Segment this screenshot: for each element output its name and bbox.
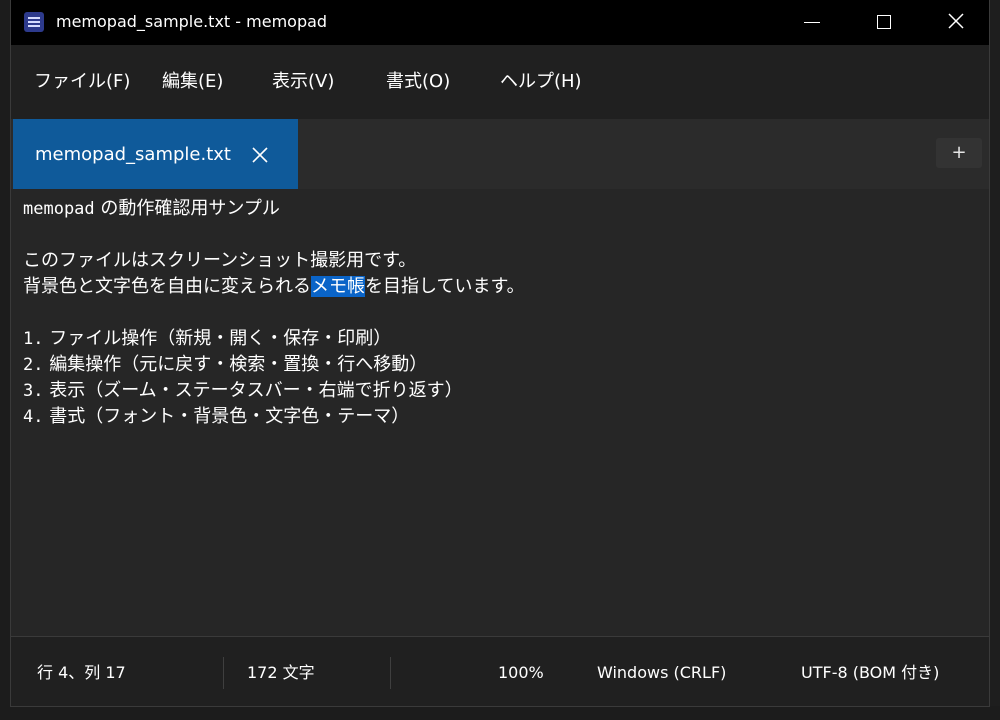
editor-text: ファイル操作（新規・開く・保存・印刷） (43, 328, 392, 349)
window-title: memopad_sample.txt - memopad (56, 12, 328, 31)
minimize-icon (804, 22, 820, 23)
close-icon (948, 13, 964, 29)
minimize-button[interactable] (777, 0, 847, 45)
editor-line: 背景色と文字色を自由に変えられるメモ帳を目指しています。 (23, 274, 525, 300)
list-number: 2. (23, 355, 44, 375)
status-divider (390, 657, 391, 689)
editor-text: 書式（フォント・背景色・文字色・テーマ） (43, 406, 410, 427)
memopad-window: memopad_sample.txt - memopad ファイル(F) 編集(… (10, 0, 990, 707)
editor-line: 3. 表示（ズーム・ステータスバー・右端で折り返す） (23, 378, 463, 404)
editor-text: の動作確認用サンプル (94, 198, 280, 219)
maximize-icon (877, 15, 891, 29)
notepad-list-icon (24, 12, 44, 32)
menu-edit[interactable]: 編集(E) (162, 71, 223, 93)
editor-line: このファイルはスクリーンショット撮影用です。 (23, 248, 416, 274)
text-selection: メモ帳 (311, 276, 365, 297)
list-number: 3. (23, 381, 44, 401)
status-cursor-position: 行 4、列 17 (37, 663, 126, 682)
editor-text: を目指しています。 (365, 276, 525, 297)
editor-text: 表示（ズーム・ステータスバー・右端で折り返す） (43, 380, 463, 401)
close-icon[interactable] (251, 146, 269, 164)
plus-icon: + (951, 142, 967, 163)
menu-bar: ファイル(F) 編集(E) 表示(V) 書式(O) ヘルプ(H) (11, 45, 989, 119)
editor-text: 背景色と文字色を自由に変えられる (23, 276, 311, 297)
editor-text: このファイルはスクリーンショット撮影用です。 (23, 250, 417, 271)
menu-file[interactable]: ファイル(F) (34, 71, 130, 93)
menu-format[interactable]: 書式(O) (386, 71, 450, 93)
list-number: 1. (23, 329, 44, 349)
add-tab-button[interactable]: + (936, 138, 982, 168)
status-zoom[interactable]: 100% (498, 663, 544, 683)
status-divider (223, 657, 224, 689)
menu-help[interactable]: ヘルプ(H) (500, 71, 582, 93)
editor-line: memopad の動作確認用サンプル (23, 196, 280, 222)
background-desktop-strip (0, 706, 1000, 720)
list-number: 4. (23, 407, 44, 427)
tab-strip: memopad_sample.txt + (11, 119, 989, 189)
close-window-button[interactable] (921, 0, 989, 45)
editor-line: 2. 編集操作（元に戻す・検索・置換・行へ移動） (23, 352, 427, 378)
status-encoding[interactable]: UTF-8 (BOM 付き) (801, 663, 939, 683)
editor-text: memopad (23, 199, 95, 219)
editor-text: 編集操作（元に戻す・検索・置換・行へ移動） (43, 354, 428, 375)
editor-line: 1. ファイル操作（新規・開く・保存・印刷） (23, 326, 391, 352)
status-char-count: 172 文字 (247, 663, 315, 682)
maximize-button[interactable] (849, 0, 919, 45)
menu-view[interactable]: 表示(V) (272, 71, 334, 93)
background-window-edge (989, 0, 1000, 720)
tab-label: memopad_sample.txt (35, 144, 231, 165)
status-bar: 行 4、列 17 172 文字 100% Windows (CRLF) UTF-… (11, 636, 989, 706)
tab-memopad-sample[interactable]: memopad_sample.txt (13, 119, 298, 189)
title-bar[interactable]: memopad_sample.txt - memopad (11, 0, 989, 45)
editor-line: 4. 書式（フォント・背景色・文字色・テーマ） (23, 404, 409, 430)
status-line-ending[interactable]: Windows (CRLF) (597, 663, 726, 683)
text-editor[interactable]: memopad の動作確認用サンプル このファイルはスクリーンショット撮影用です… (11, 189, 989, 636)
